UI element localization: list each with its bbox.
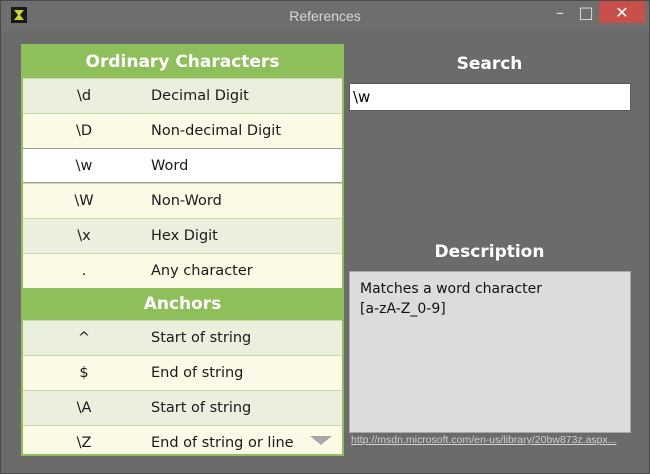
item-symbol: $: [79, 365, 89, 381]
item-symbol: .: [81, 263, 87, 279]
reference-link[interactable]: http://msdn.microsoft.com/en-us/library/…: [351, 434, 631, 446]
close-icon: ✕: [615, 2, 629, 22]
list-item[interactable]: \D Non-decimal Digit: [23, 113, 342, 148]
item-description: Non-Word: [151, 193, 222, 209]
description-pattern: [a-zA-Z_0-9]: [360, 301, 446, 317]
description-label: Description: [434, 242, 545, 262]
minimize-icon: –: [556, 2, 564, 22]
list-item[interactable]: ^ Start of string: [23, 320, 342, 355]
list-item[interactable]: $ End of string: [23, 355, 342, 390]
item-description: Non-decimal Digit: [151, 123, 282, 139]
description-text: Matches a word character: [360, 281, 543, 297]
item-description: Any character: [151, 263, 253, 279]
scroll-down-icon[interactable]: [310, 436, 332, 445]
reference-list[interactable]: Ordinary Characters \d Decimal Digit \D …: [21, 44, 344, 456]
maximize-button[interactable]: □: [573, 1, 599, 23]
item-description: End of string: [151, 365, 244, 381]
title-bar[interactable]: References – □ ✕: [1, 1, 649, 31]
list-item-selected[interactable]: \w Word: [23, 148, 342, 183]
item-symbol: \d: [76, 88, 92, 104]
item-symbol: ^: [77, 330, 91, 346]
item-description: Start of string: [151, 330, 252, 346]
item-symbol: \A: [76, 400, 92, 416]
item-symbol: \W: [74, 193, 94, 209]
search-input[interactable]: [349, 83, 631, 111]
item-symbol: \Z: [76, 435, 92, 451]
item-description: Start of string: [151, 400, 252, 416]
close-button[interactable]: ✕: [599, 1, 645, 23]
item-description: Decimal Digit: [151, 88, 249, 104]
minimize-button[interactable]: –: [547, 1, 573, 23]
references-window: References – □ ✕ Ordinary Characters \d …: [0, 0, 650, 474]
list-item[interactable]: \A Start of string: [23, 390, 342, 425]
item-symbol: \D: [75, 123, 93, 139]
item-description: Word: [151, 157, 189, 174]
description-box: Matches a word character [a-zA-Z_0-9]: [349, 271, 631, 433]
list-item[interactable]: \W Non-Word: [23, 183, 342, 218]
maximize-icon: □: [578, 2, 594, 22]
list-item[interactable]: \x Hex Digit: [23, 218, 342, 253]
search-label: Search: [456, 54, 523, 74]
section-header-ordinary: Ordinary Characters: [23, 46, 342, 78]
list-item[interactable]: \d Decimal Digit: [23, 78, 342, 113]
list-item[interactable]: . Any character: [23, 253, 342, 288]
item-description: Hex Digit: [151, 228, 218, 244]
list-item[interactable]: \Z End of string or line: [23, 425, 342, 454]
item-symbol: \x: [77, 228, 91, 244]
item-symbol: \w: [75, 157, 93, 174]
section-header-anchors: Anchors: [23, 288, 342, 320]
